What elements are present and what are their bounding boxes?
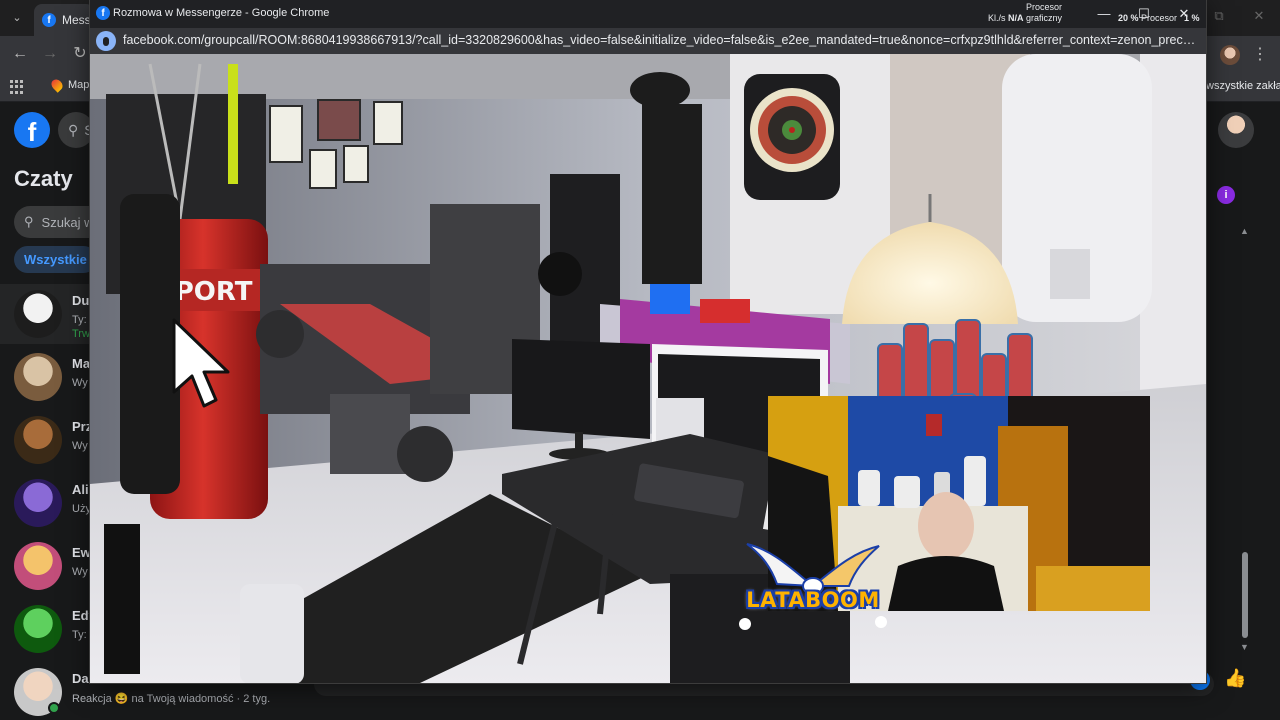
chat-snippet: Wy <box>72 440 88 452</box>
scrollbar-thumb[interactable] <box>1242 552 1248 638</box>
scroll-up-icon[interactable]: ▲ <box>1240 226 1249 236</box>
maximize-icon[interactable]: ☐ <box>1134 5 1154 23</box>
avatar <box>14 479 62 527</box>
info-icon[interactable]: i <box>1217 186 1235 204</box>
search-icon: ⚲ <box>68 121 79 138</box>
tab-search-icon[interactable]: ⌄ <box>8 9 26 27</box>
account-avatar[interactable] <box>1218 112 1254 148</box>
chat-name: Da <box>72 671 89 686</box>
maps-pin-icon <box>49 77 65 93</box>
facebook-icon: f <box>96 6 110 20</box>
outer-tab-messenger[interactable]: f Messe <box>34 4 94 36</box>
facebook-search[interactable]: ⚲ S <box>58 112 94 148</box>
chat-status: Trw <box>72 328 90 340</box>
popup-title: Rozmowa w Messengerze - Google Chrome <box>113 7 330 19</box>
menu-kebab-icon[interactable]: ⋮ <box>1252 44 1268 66</box>
popup-title-bar: f Rozmowa w Messengerze - Google Chrome … <box>90 0 1206 28</box>
online-status-dot <box>48 702 60 714</box>
url-field[interactable]: facebook.com/groupcall/ROOM:868041993866… <box>123 33 1201 47</box>
popup-address-bar: facebook.com/groupcall/ROOM:868041993866… <box>90 28 1206 54</box>
back-arrow-icon[interactable]: ← <box>10 45 30 63</box>
facebook-icon: f <box>42 13 56 27</box>
fps-readout: Kl./s N/A <box>988 13 1024 23</box>
outer-close-icon[interactable]: ✕ <box>1248 8 1270 26</box>
reload-icon[interactable]: ↻ <box>70 45 90 63</box>
avatar <box>14 542 62 590</box>
search-icon: ⚲ <box>24 214 34 229</box>
avatar <box>14 353 62 401</box>
avatar <box>14 416 62 464</box>
outer-restore-icon[interactable]: ⧉ <box>1208 8 1230 26</box>
all-bookmarks-link[interactable]: wszystkie zakładki <box>1206 80 1280 92</box>
profile-avatar[interactable] <box>1220 45 1240 65</box>
avatar <box>14 605 62 653</box>
forward-arrow-icon[interactable]: → <box>40 45 60 63</box>
bookmark-maps[interactable]: Map <box>49 77 89 93</box>
lataboom-text: LATABOOM <box>746 588 880 612</box>
close-icon[interactable]: ✕ <box>1174 5 1194 23</box>
filter-all-tab[interactable]: Wszystkie <box>14 246 97 273</box>
chat-snippet: Ty: <box>72 314 87 326</box>
like-thumb-icon[interactable]: 👍 <box>1224 668 1246 690</box>
lataboom-logo: LATABOOM <box>733 540 893 640</box>
microphone-icon[interactable] <box>96 31 116 51</box>
chat-name: Ali <box>72 482 89 497</box>
chat-snippet: Uży <box>72 503 91 515</box>
chat-name: Ma <box>72 356 91 371</box>
gpu-readout: Procesor graficzny <box>1026 2 1063 23</box>
avatar <box>14 290 62 338</box>
apps-grid-icon[interactable] <box>10 80 24 94</box>
chat-name: Du <box>72 293 90 308</box>
chat-name: Ew <box>72 545 91 560</box>
chat-snippet: Wy <box>72 566 88 578</box>
scroll-down-icon[interactable]: ▼ <box>1240 642 1249 652</box>
mouse-cursor-icon <box>172 318 230 408</box>
minimize-icon[interactable]: — <box>1094 5 1114 23</box>
facebook-logo[interactable]: f <box>14 112 50 148</box>
chats-heading: Czaty <box>14 166 73 191</box>
chat-snippet: Wy <box>72 377 88 389</box>
chat-snippet: Ty: <box>72 629 87 641</box>
chat-snippet: Reakcja 😆 na Twoją wiadomość · 2 tyg. <box>72 693 271 705</box>
